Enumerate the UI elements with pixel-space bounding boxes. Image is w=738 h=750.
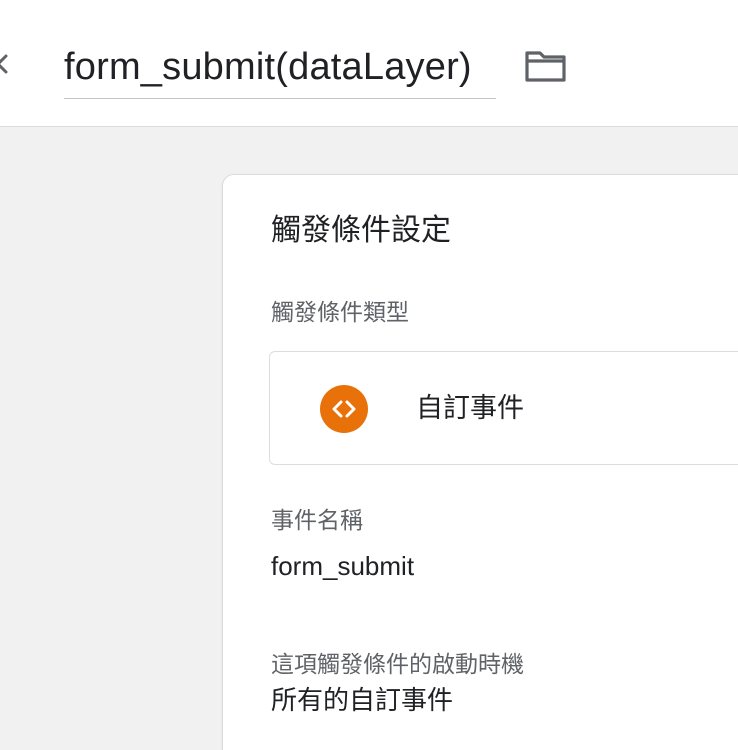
folder-button[interactable] xyxy=(524,48,568,84)
event-name-value: form_submit xyxy=(271,551,415,581)
close-icon xyxy=(0,54,8,74)
fires-on-value: 所有的自訂事件 xyxy=(271,685,454,715)
event-name-label: 事件名稱 xyxy=(271,507,363,533)
custom-event-badge xyxy=(320,385,368,433)
trigger-type-selector[interactable]: 自訂事件 xyxy=(269,351,738,465)
trigger-editor: form_submit(dataLayer) 觸發條件設定 觸發條件類型 自訂事… xyxy=(0,0,738,750)
editor-header: form_submit(dataLayer) xyxy=(0,0,738,127)
trigger-type-name: 自訂事件 xyxy=(416,393,524,423)
code-icon xyxy=(332,400,356,418)
trigger-type-label: 觸發條件類型 xyxy=(271,299,409,325)
trigger-name-text: form_submit(dataLayer) xyxy=(64,46,472,88)
trigger-configuration-card: 觸發條件設定 觸發條件類型 自訂事件 事件名稱 form_submit 這項觸發… xyxy=(222,174,738,750)
trigger-name-input[interactable]: form_submit(dataLayer) xyxy=(64,36,496,99)
card-title: 觸發條件設定 xyxy=(271,214,451,247)
close-button[interactable] xyxy=(0,50,10,78)
folder-icon xyxy=(525,51,566,82)
fires-on-label: 這項觸發條件的啟動時機 xyxy=(271,651,524,677)
